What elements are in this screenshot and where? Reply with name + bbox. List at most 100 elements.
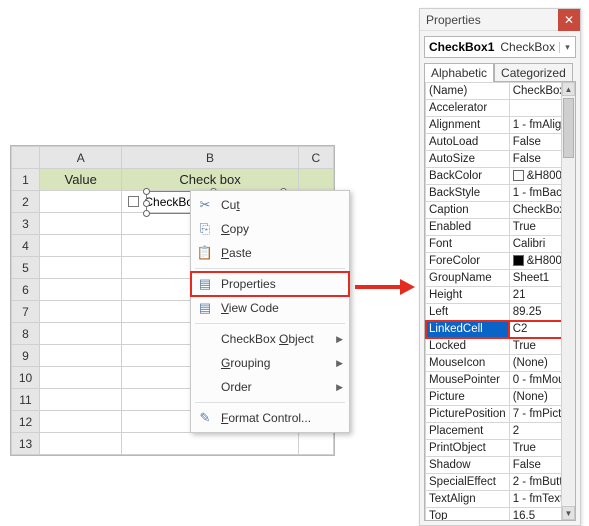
- prop-key: Accelerator: [426, 100, 510, 117]
- properties-titlebar[interactable]: Properties ✕: [420, 9, 580, 31]
- props-icon: ▤: [195, 275, 215, 293]
- menu-item-cbobject[interactable]: CheckBox Object▶: [191, 327, 349, 351]
- menu-item-label: Grouping: [221, 356, 270, 370]
- paste-icon: 📋: [195, 244, 215, 262]
- prop-row-textalign[interactable]: TextAlign1 - fmTextAl: [426, 491, 577, 508]
- select-all-corner[interactable]: [12, 147, 40, 169]
- prop-row-linkedcell[interactable]: LinkedCellC2: [426, 321, 577, 338]
- prop-row-backstyle[interactable]: BackStyle1 - fmBackSt: [426, 185, 577, 202]
- row-head-13[interactable]: 13: [12, 433, 40, 455]
- context-menu: ✂Cut ⎘ Copy 📋 Paste ▤Properties▤View Code Chec…: [190, 190, 350, 433]
- prop-row-printobject[interactable]: PrintObjectTrue: [426, 440, 577, 457]
- row-head-1[interactable]: 1: [12, 169, 40, 191]
- row-head-2[interactable]: 2: [12, 191, 40, 213]
- menu-item-grouping[interactable]: Grouping ▶: [191, 351, 349, 375]
- prop-key: AutoSize: [426, 151, 510, 168]
- prop-key: Height: [426, 287, 510, 304]
- prop-key: (Name): [426, 83, 510, 100]
- row-head-5[interactable]: 5: [12, 257, 40, 279]
- submenu-arrow-icon: ▶: [336, 382, 343, 393]
- prop-row-groupname[interactable]: GroupNameSheet1: [426, 270, 577, 287]
- blank-icon: [195, 378, 215, 396]
- row-head-7[interactable]: 7: [12, 301, 40, 323]
- color-swatch-icon: [513, 255, 524, 266]
- scrollbar[interactable]: ▲ ▼: [561, 82, 575, 520]
- object-selector[interactable]: CheckBox1 CheckBox ▾: [424, 36, 576, 58]
- menu-item-viewcode[interactable]: ▤View Code: [191, 296, 349, 320]
- prop-key: BackStyle: [426, 185, 510, 202]
- row-head-10[interactable]: 10: [12, 367, 40, 389]
- scroll-up-icon[interactable]: ▲: [562, 82, 575, 96]
- prop-key: Picture: [426, 389, 510, 406]
- col-head-A[interactable]: A: [40, 147, 122, 169]
- color-swatch-icon: [513, 170, 524, 181]
- cell-A3[interactable]: [40, 213, 122, 235]
- prop-row-accelerator[interactable]: Accelerator: [426, 100, 577, 117]
- checkbox-icon[interactable]: [128, 196, 139, 207]
- prop-row-locked[interactable]: LockedTrue: [426, 338, 577, 355]
- prop-row-left[interactable]: Left89.25: [426, 304, 577, 321]
- menu-item-label: Copy: [221, 222, 249, 236]
- prop-row-forecolor[interactable]: ForeColor&H80000: [426, 253, 577, 270]
- prop-row-font[interactable]: FontCalibri: [426, 236, 577, 253]
- prop-key: GroupName: [426, 270, 510, 287]
- row-head-11[interactable]: 11: [12, 389, 40, 411]
- row-head-4[interactable]: 4: [12, 235, 40, 257]
- close-button[interactable]: ✕: [558, 9, 580, 31]
- prop-row-specialeffect[interactable]: SpecialEffect2 - fmButton: [426, 474, 577, 491]
- submenu-arrow-icon: ▶: [336, 358, 343, 369]
- menu-item-cut[interactable]: ✂Cut: [191, 193, 349, 217]
- close-icon: ✕: [564, 13, 574, 27]
- prop-key: Locked: [426, 338, 510, 355]
- col-head-C[interactable]: C: [298, 147, 333, 169]
- prop-row-backcolor[interactable]: BackColor&H80000: [426, 168, 577, 185]
- blank-icon: [195, 354, 215, 372]
- tab-categorized[interactable]: Categorized: [494, 63, 573, 82]
- row-head-6[interactable]: 6: [12, 279, 40, 301]
- row-head-9[interactable]: 9: [12, 345, 40, 367]
- copy-icon: ⎘: [195, 220, 215, 238]
- prop-key: ForeColor: [426, 253, 510, 270]
- cell-B1[interactable]: Check box: [122, 169, 298, 191]
- prop-key: SpecialEffect: [426, 474, 510, 491]
- prop-row-alignment[interactable]: Alignment1 - fmAlignm: [426, 117, 577, 134]
- chevron-down-icon[interactable]: ▾: [559, 42, 575, 53]
- prop-row-placement[interactable]: Placement2: [426, 423, 577, 440]
- cell-A2[interactable]: [40, 191, 122, 213]
- menu-item-paste[interactable]: 📋 Paste: [191, 241, 349, 265]
- prop-row-autosize[interactable]: AutoSizeFalse: [426, 151, 577, 168]
- scroll-down-icon[interactable]: ▼: [562, 506, 575, 520]
- menu-item-properties[interactable]: ▤Properties: [191, 272, 349, 296]
- menu-item-copy[interactable]: ⎘ Copy: [191, 217, 349, 241]
- menu-item-label: Paste: [221, 246, 252, 260]
- prop-row-pictureposition[interactable]: PicturePosition7 - fmPicture: [426, 406, 577, 423]
- prop-key: MouseIcon: [426, 355, 510, 372]
- menu-item-label: CheckBox Object: [221, 332, 314, 346]
- menu-item-format[interactable]: ✎Format Control...: [191, 406, 349, 430]
- prop-row-top[interactable]: Top16.5: [426, 508, 577, 522]
- prop-row-shadow[interactable]: ShadowFalse: [426, 457, 577, 474]
- row-head-12[interactable]: 12: [12, 411, 40, 433]
- cell-C1[interactable]: [298, 169, 333, 191]
- prop-row-name[interactable]: (Name)CheckBox1: [426, 83, 577, 100]
- properties-grid[interactable]: (Name)CheckBox1AcceleratorAlignment1 - f…: [425, 82, 576, 521]
- col-head-B[interactable]: B: [122, 147, 298, 169]
- prop-key: MousePointer: [426, 372, 510, 389]
- prop-key: TextAlign: [426, 491, 510, 508]
- row-head-8[interactable]: 8: [12, 323, 40, 345]
- cell-A1[interactable]: Value: [40, 169, 122, 191]
- prop-row-picture[interactable]: Picture(None): [426, 389, 577, 406]
- scroll-thumb[interactable]: [563, 98, 574, 158]
- prop-row-caption[interactable]: CaptionCheckBox1: [426, 202, 577, 219]
- prop-row-enabled[interactable]: EnabledTrue: [426, 219, 577, 236]
- prop-row-autoload[interactable]: AutoLoadFalse: [426, 134, 577, 151]
- menu-item-order[interactable]: Order▶: [191, 375, 349, 399]
- menu-separator: [195, 268, 345, 269]
- tab-alphabetic[interactable]: Alphabetic: [424, 63, 494, 82]
- properties-panel: Properties ✕ CheckBox1 CheckBox ▾ Alphab…: [419, 8, 581, 526]
- prop-key: Top: [426, 508, 510, 522]
- prop-row-mousepointer[interactable]: MousePointer0 - fmMouse: [426, 372, 577, 389]
- prop-row-height[interactable]: Height21: [426, 287, 577, 304]
- prop-row-mouseicon[interactable]: MouseIcon(None): [426, 355, 577, 372]
- row-head-3[interactable]: 3: [12, 213, 40, 235]
